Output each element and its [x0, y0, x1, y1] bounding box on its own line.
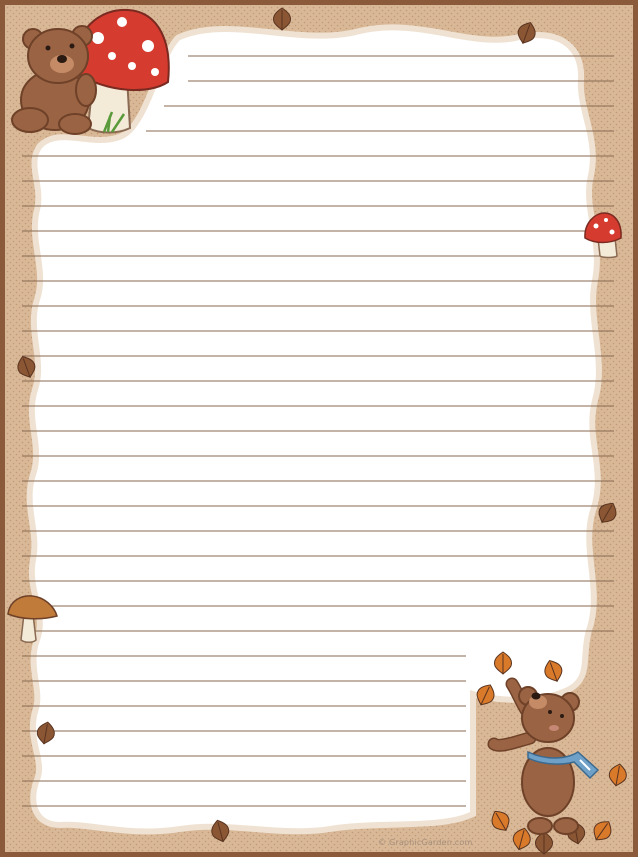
- stationery-page: © GraphicGarden.com: [0, 0, 638, 857]
- credit-text: © GraphicGarden.com: [378, 838, 473, 847]
- stationery-art: [0, 0, 638, 857]
